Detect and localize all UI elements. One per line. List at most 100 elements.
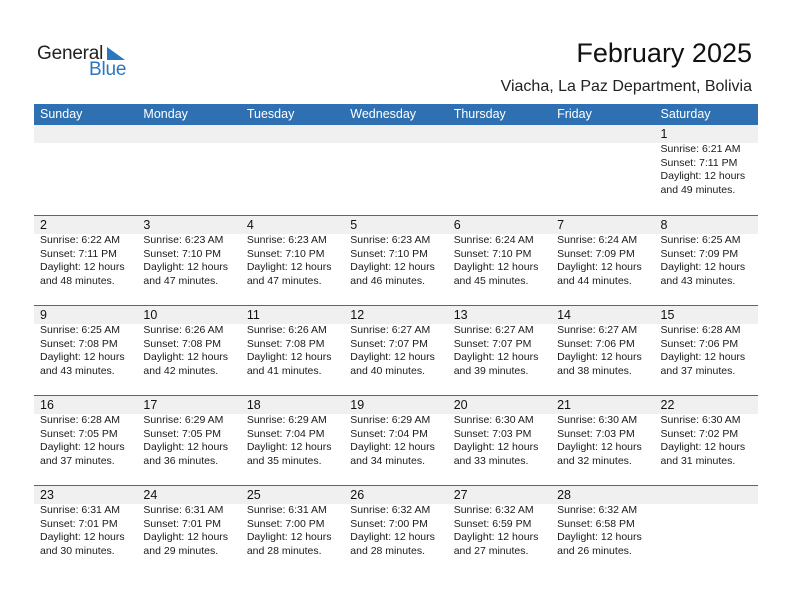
daylight-minutes-text: and 43 minutes. (660, 274, 736, 287)
day-cell: 21 Sunrise: 6:30 AM Sunset: 7:03 PM Dayligh… (551, 396, 654, 468)
day-number: 11 (246, 308, 260, 322)
week-cells: 23 Sunrise: 6:31 AM Sunset: 7:01 PM Dayligh… (34, 486, 758, 558)
daylight-minutes-text: and 47 minutes. (143, 274, 219, 287)
day-number: 18 (246, 398, 261, 412)
weekday-label: Tuesday (246, 107, 295, 121)
sunset-text: Sunset: 7:01 PM (143, 517, 222, 530)
sunset-text: Sunset: 6:58 PM (557, 517, 635, 530)
daylight-text: Daylight: 12 hours (350, 351, 435, 363)
empty-day-cell (448, 125, 551, 197)
sunrise-text: Sunrise: 6:29 AM (143, 414, 224, 426)
weeks-container: 1 Sunrise: 6:21 AM Sunset: 7:11 PM Daylight… (34, 125, 758, 575)
week-cells: 16 Sunrise: 6:28 AM Sunset: 7:05 PM Dayligh… (34, 396, 758, 468)
daylight-text: Daylight: 12 hours (143, 351, 229, 363)
day-number: 3 (143, 218, 151, 232)
day-number: 24 (143, 488, 158, 502)
sunrise-text: Sunrise: 6:25 AM (40, 324, 120, 336)
daylight-minutes-text: and 38 minutes. (557, 364, 632, 377)
sunrise-text: Sunrise: 6:29 AM (350, 414, 431, 426)
empty-day-cell (241, 125, 344, 197)
daylight-text: Daylight: 12 hours (40, 351, 125, 363)
daylight-text: Daylight: 12 hours (557, 261, 642, 273)
week-row: 2 Sunrise: 6:22 AM Sunset: 7:11 PM Daylight… (34, 215, 758, 305)
day-number: 8 (660, 218, 668, 232)
sunrise-text: Sunrise: 6:24 AM (453, 234, 534, 246)
day-cell: 23 Sunrise: 6:31 AM Sunset: 7:01 PM Dayligh… (34, 486, 137, 558)
empty-day-cell (655, 486, 758, 558)
day-cell: 4 Sunrise: 6:23 AM Sunset: 7:10 PM Daylight… (241, 216, 344, 288)
daylight-minutes-text: and 44 minutes. (557, 274, 632, 287)
daylight-minutes-text: and 40 minutes. (350, 364, 425, 377)
daylight-minutes-text: and 46 minutes. (350, 274, 425, 287)
daylight-text: Daylight: 12 hours (143, 441, 229, 453)
daylight-text: Daylight: 12 hours (40, 261, 125, 273)
day-cell: 19 Sunrise: 6:29 AM Sunset: 7:04 PM Dayligh… (344, 396, 447, 468)
weekday-label: Friday (557, 107, 592, 121)
sunrise-text: Sunrise: 6:23 AM (350, 234, 431, 246)
sunset-text: Sunset: 7:09 PM (557, 247, 635, 260)
day-number: 16 (40, 398, 54, 412)
sunrise-text: Sunrise: 6:29 AM (246, 414, 327, 426)
sunrise-text: Sunrise: 6:32 AM (453, 504, 534, 516)
daylight-minutes-text: and 43 minutes. (40, 364, 115, 377)
daylight-minutes-text: and 28 minutes. (246, 544, 322, 557)
weekday-label: Thursday (453, 107, 506, 121)
weekday-label: Saturday (660, 107, 711, 121)
logo-text-blue: Blue (89, 59, 127, 80)
daylight-text: Daylight: 12 hours (660, 261, 746, 273)
daylight-minutes-text: and 37 minutes. (660, 364, 736, 377)
sunrise-text: Sunrise: 6:23 AM (143, 234, 224, 246)
week-row: 23 Sunrise: 6:31 AM Sunset: 7:01 PM Dayligh… (34, 485, 758, 575)
sunset-text: Sunset: 7:09 PM (660, 247, 739, 260)
sunrise-text: Sunrise: 6:27 AM (350, 324, 431, 336)
day-number: 1 (660, 127, 668, 141)
day-number: 4 (246, 218, 254, 232)
sunset-text: Sunset: 7:05 PM (40, 427, 118, 440)
day-cell: 27 Sunrise: 6:32 AM Sunset: 6:59 PM Dayligh… (448, 486, 551, 558)
day-cell: 20 Sunrise: 6:30 AM Sunset: 7:03 PM Dayligh… (448, 396, 551, 468)
day-number: 6 (453, 218, 461, 232)
day-number: 5 (350, 218, 358, 232)
day-cell: 11 Sunrise: 6:26 AM Sunset: 7:08 PM Dayligh… (241, 306, 344, 378)
daylight-text: Daylight: 12 hours (40, 441, 125, 453)
day-cell: 9 Sunrise: 6:25 AM Sunset: 7:08 PM Daylight… (34, 306, 137, 378)
day-number: 17 (143, 398, 158, 412)
sunset-text: Sunset: 7:10 PM (246, 247, 325, 260)
day-number: 10 (143, 308, 158, 322)
day-cell: 24 Sunrise: 6:31 AM Sunset: 7:01 PM Dayligh… (137, 486, 240, 558)
day-number: 9 (40, 308, 47, 322)
day-cell: 12 Sunrise: 6:27 AM Sunset: 7:07 PM Dayligh… (344, 306, 447, 378)
sunset-text: Sunset: 7:04 PM (246, 427, 325, 440)
empty-day-cell (344, 125, 447, 197)
sunset-text: Sunset: 7:03 PM (453, 427, 532, 440)
daylight-text: Daylight: 12 hours (557, 351, 642, 363)
daylight-text: Daylight: 12 hours (350, 441, 435, 453)
sunrise-text: Sunrise: 6:24 AM (557, 234, 638, 246)
sunset-text: Sunset: 7:06 PM (660, 337, 739, 350)
daylight-text: Daylight: 12 hours (246, 531, 332, 543)
sunset-text: Sunset: 7:07 PM (453, 337, 532, 350)
day-number: 14 (557, 308, 572, 322)
daylight-text: Daylight: 12 hours (40, 531, 125, 543)
sunrise-text: Sunrise: 6:30 AM (660, 414, 741, 426)
sunrise-text: Sunrise: 6:21 AM (660, 143, 741, 155)
daylight-text: Daylight: 12 hours (350, 531, 435, 543)
sunrise-text: Sunrise: 6:30 AM (557, 414, 638, 426)
day-cell: 13 Sunrise: 6:27 AM Sunset: 7:07 PM Dayligh… (448, 306, 551, 378)
day-number: 28 (557, 488, 572, 502)
sunset-text: Sunset: 7:10 PM (143, 247, 222, 260)
daylight-minutes-text: and 28 minutes. (350, 544, 425, 557)
day-cell: 6 Sunrise: 6:24 AM Sunset: 7:10 PM Daylight… (448, 216, 551, 288)
day-cell: 1 Sunrise: 6:21 AM Sunset: 7:11 PM Daylight… (655, 125, 758, 197)
sunrise-text: Sunrise: 6:28 AM (660, 324, 741, 336)
sunset-text: Sunset: 7:11 PM (660, 156, 738, 169)
day-number: 22 (660, 398, 675, 412)
daylight-text: Daylight: 12 hours (660, 351, 746, 363)
sunrise-text: Sunrise: 6:25 AM (660, 234, 741, 246)
day-cell: 3 Sunrise: 6:23 AM Sunset: 7:10 PM Daylight… (137, 216, 240, 288)
day-cell: 26 Sunrise: 6:32 AM Sunset: 7:00 PM Dayligh… (344, 486, 447, 558)
day-number: 13 (453, 308, 468, 322)
day-number: 7 (557, 218, 565, 232)
week-cells: 9 Sunrise: 6:25 AM Sunset: 7:08 PM Daylight… (34, 306, 758, 378)
empty-day-cell (137, 125, 240, 197)
